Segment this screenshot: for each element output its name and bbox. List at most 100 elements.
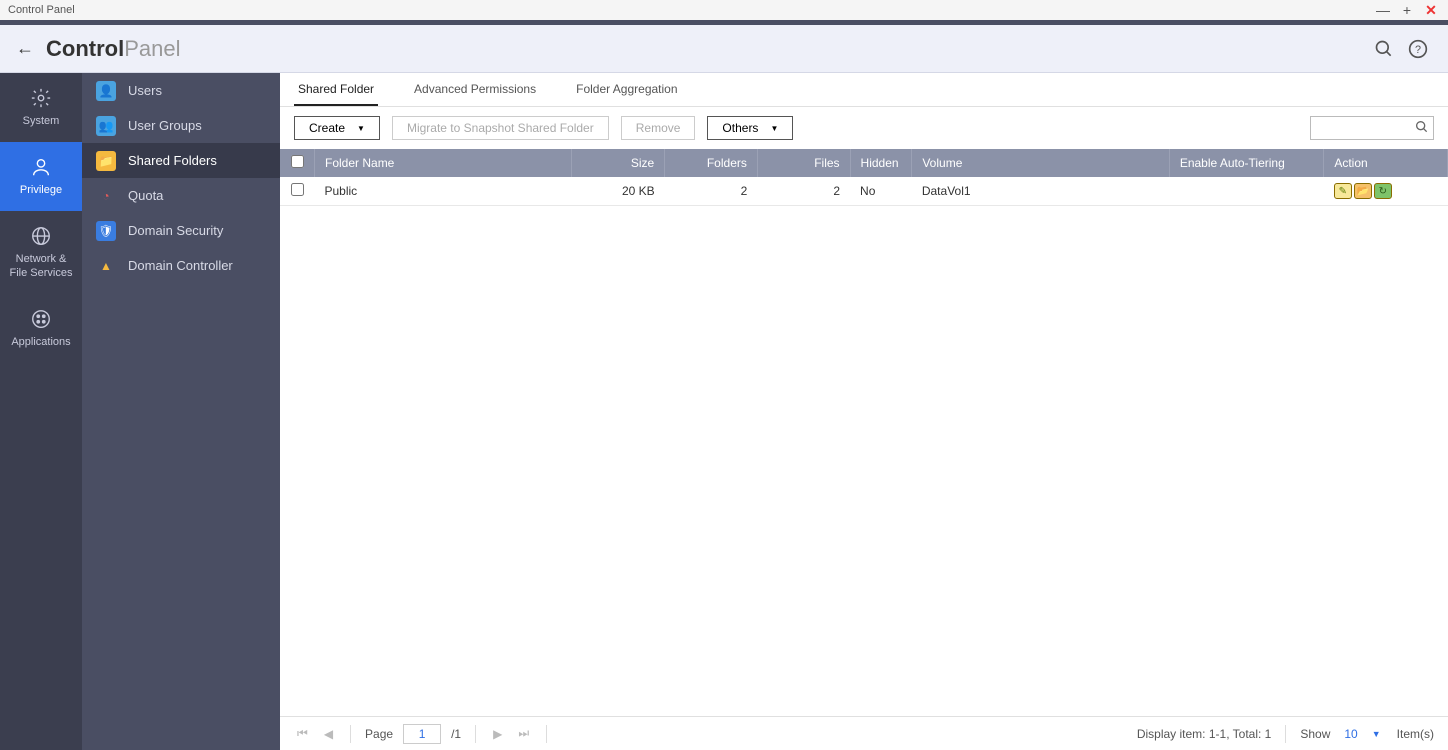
rail-item-network[interactable]: Network & File Services — [0, 211, 82, 293]
globe-icon — [30, 225, 52, 247]
help-icon[interactable]: ? — [1404, 35, 1432, 63]
table-header-row: Folder Name Size Folders Files Hidden Vo… — [280, 149, 1448, 177]
app-title-light: Panel — [124, 36, 180, 61]
cell-auto-tier — [1169, 177, 1323, 206]
sidenav-item-domain-controller[interactable]: ▲ Domain Controller — [82, 248, 280, 283]
col-hidden[interactable]: Hidden — [850, 149, 912, 177]
app-title-bold: Control — [46, 36, 124, 61]
domain-controller-icon: ▲ — [96, 256, 116, 276]
display-count: Display item: 1-1, Total: 1 — [1137, 727, 1272, 741]
shield-icon: 🛡 — [96, 221, 116, 241]
col-auto-tier[interactable]: Enable Auto-Tiering — [1169, 149, 1323, 177]
apps-icon — [30, 308, 52, 330]
cell-folders: 2 — [665, 177, 758, 206]
app-title: ControlPanel — [46, 36, 180, 62]
back-button[interactable]: ← — [16, 38, 34, 59]
sidenav-label: Users — [128, 83, 162, 98]
col-checkbox — [280, 149, 315, 177]
show-count[interactable]: 10 — [1344, 727, 1357, 741]
others-label: Others — [722, 121, 758, 135]
dropdown-caret-icon[interactable]: ▼ — [1372, 729, 1381, 739]
sidenav-label: Shared Folders — [128, 153, 217, 168]
rail-item-applications[interactable]: Applications — [0, 294, 82, 363]
rail-label: Privilege — [20, 184, 62, 197]
rail-label: System — [23, 115, 60, 128]
window-maximize-button[interactable]: + — [1398, 1, 1416, 19]
table-row[interactable]: Public 20 KB 2 2 No DataVol1 ✎ 📂 ↻ — [280, 177, 1448, 206]
window-title: Control Panel — [8, 4, 75, 16]
rail-label: Network & File Services — [10, 253, 73, 279]
page-next-button[interactable]: ▶ — [490, 727, 505, 741]
migrate-label: Migrate to Snapshot Shared Folder — [407, 121, 594, 135]
page-prev-button[interactable]: ◀ — [321, 727, 336, 741]
page-last-button[interactable]: ⏭ — [515, 726, 532, 741]
search-wrap — [1310, 116, 1434, 140]
show-label: Show — [1300, 727, 1330, 741]
col-folders[interactable]: Folders — [665, 149, 758, 177]
rail-item-system[interactable]: System — [0, 73, 82, 142]
tab-folder-aggregation[interactable]: Folder Aggregation — [572, 74, 681, 106]
page-input[interactable] — [403, 724, 441, 744]
row-checkbox[interactable] — [291, 183, 304, 196]
dropdown-caret-icon: ▼ — [770, 124, 778, 133]
col-folder-name[interactable]: Folder Name — [315, 149, 572, 177]
sidenav-label: Quota — [128, 188, 163, 203]
page-total: /1 — [451, 727, 461, 741]
shared-folders-table: Folder Name Size Folders Files Hidden Vo… — [280, 149, 1448, 206]
cell-action: ✎ 📂 ↻ — [1324, 177, 1448, 206]
app-header: ← ControlPanel ? — [0, 25, 1448, 73]
col-files[interactable]: Files — [757, 149, 850, 177]
folder-icon: 📁 — [96, 151, 116, 171]
quota-icon: ◔ — [96, 186, 116, 206]
others-button[interactable]: Others ▼ — [707, 116, 793, 140]
rail-label: Applications — [11, 336, 70, 349]
sidenav-item-domain-security[interactable]: 🛡 Domain Security — [82, 213, 280, 248]
cell-size: 20 KB — [572, 177, 665, 206]
col-action[interactable]: Action — [1324, 149, 1448, 177]
side-nav: 👤 Users 👥 User Groups 📁 Shared Folders ◔… — [82, 73, 280, 750]
toolbar: Create ▼ Migrate to Snapshot Shared Fold… — [280, 107, 1448, 149]
col-volume[interactable]: Volume — [912, 149, 1169, 177]
sidenav-item-users[interactable]: 👤 Users — [82, 73, 280, 108]
page-label: Page — [365, 727, 393, 741]
remove-label: Remove — [636, 121, 681, 135]
main-panel: Shared Folder Advanced Permissions Folde… — [280, 73, 1448, 750]
window-close-button[interactable]: ✕ — [1422, 1, 1440, 19]
edit-icon[interactable]: ✎ — [1334, 183, 1352, 199]
migrate-button: Migrate to Snapshot Shared Folder — [392, 116, 609, 140]
create-label: Create — [309, 121, 345, 135]
cell-volume: DataVol1 — [912, 177, 1169, 206]
window-minimize-button[interactable]: — — [1374, 1, 1392, 19]
search-icon[interactable] — [1370, 35, 1398, 63]
users-group-icon: 👥 — [96, 116, 116, 136]
remove-button: Remove — [621, 116, 696, 140]
permissions-icon[interactable]: 📂 — [1354, 183, 1372, 199]
select-all-checkbox[interactable] — [291, 155, 304, 168]
dropdown-caret-icon: ▼ — [357, 124, 365, 133]
search-icon[interactable] — [1414, 119, 1430, 138]
tab-shared-folder[interactable]: Shared Folder — [294, 74, 378, 106]
sidenav-item-quota[interactable]: ◔ Quota — [82, 178, 280, 213]
tab-row: Shared Folder Advanced Permissions Folde… — [280, 73, 1448, 107]
col-size[interactable]: Size — [572, 149, 665, 177]
table-wrap: Folder Name Size Folders Files Hidden Vo… — [280, 149, 1448, 716]
tab-advanced-permissions[interactable]: Advanced Permissions — [410, 74, 540, 106]
create-button[interactable]: Create ▼ — [294, 116, 380, 140]
refresh-icon[interactable]: ↻ — [1374, 183, 1392, 199]
svg-text:?: ? — [1415, 44, 1421, 56]
items-label: Item(s) — [1397, 727, 1434, 741]
window-titlebar: Control Panel — + ✕ — [0, 0, 1448, 20]
left-rail: System Privilege Network & File Services… — [0, 73, 82, 750]
sidenav-label: Domain Security — [128, 223, 223, 238]
page-first-button[interactable]: ⏮ — [294, 726, 311, 741]
cell-files: 2 — [757, 177, 850, 206]
sidenav-label: User Groups — [128, 118, 202, 133]
rail-item-privilege[interactable]: Privilege — [0, 142, 82, 211]
cell-hidden: No — [850, 177, 912, 206]
paging-bar: ⏮ ◀ Page /1 ▶ ⏭ Display item: 1-1, Total… — [280, 716, 1448, 750]
cell-folder-name: Public — [315, 177, 572, 206]
sidenav-label: Domain Controller — [128, 258, 233, 273]
user-icon — [30, 156, 52, 178]
sidenav-item-user-groups[interactable]: 👥 User Groups — [82, 108, 280, 143]
sidenav-item-shared-folders[interactable]: 📁 Shared Folders — [82, 143, 280, 178]
